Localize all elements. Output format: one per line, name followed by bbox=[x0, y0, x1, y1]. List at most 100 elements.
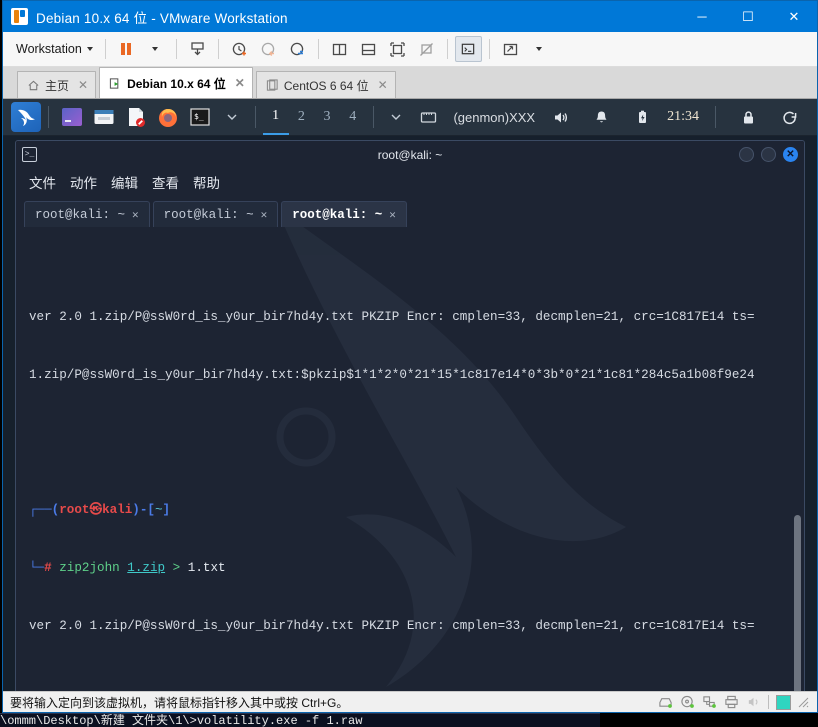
vm-tab-label: CentOS 6 64 位 bbox=[283, 78, 369, 93]
close-icon[interactable]: ✕ bbox=[389, 208, 396, 222]
terminal-icon[interactable]: $_ bbox=[187, 104, 213, 130]
terminal-tab-3[interactable]: root@kali: ~ ✕ bbox=[281, 201, 407, 227]
bell-icon[interactable] bbox=[588, 104, 614, 130]
workspace-button-4[interactable]: 4 bbox=[340, 100, 366, 135]
panel-divider bbox=[715, 106, 716, 128]
terminal-close-button[interactable]: ✕ bbox=[783, 147, 798, 162]
terminal-tab-label: root@kali: ~ bbox=[163, 207, 254, 222]
terminal-minimize-button[interactable] bbox=[739, 147, 754, 162]
close-icon[interactable]: ✕ bbox=[132, 208, 139, 222]
battery-icon[interactable] bbox=[629, 104, 655, 130]
revert-snapshot-button[interactable] bbox=[255, 36, 282, 62]
text-editor-icon[interactable] bbox=[123, 104, 149, 130]
prompt-bracket: ] bbox=[162, 503, 171, 518]
toolbar-divider bbox=[104, 39, 106, 59]
menu-item-actions[interactable]: 动作 bbox=[70, 172, 97, 192]
background-cmd-window: \ommm\Desktop\新建 文件夹\1\>volatility.exe -… bbox=[0, 713, 600, 727]
power-logout-icon[interactable] bbox=[776, 104, 802, 130]
workspace-caret-icon[interactable] bbox=[383, 104, 409, 130]
command-line-zip2john: └─# zip2john 1.zip > 1.txt bbox=[29, 559, 798, 578]
pause-button[interactable] bbox=[113, 36, 140, 62]
terminal-output[interactable]: ver 2.0 1.zip/P@ssW0rd_is_y0ur_bir7hd4y.… bbox=[16, 227, 804, 691]
minimize-button[interactable]: ─ bbox=[679, 1, 725, 32]
output-file: 1.txt bbox=[187, 561, 226, 576]
terminal-tab-label: root@kali: ~ bbox=[292, 207, 383, 222]
close-icon[interactable]: ✕ bbox=[78, 78, 88, 92]
close-icon[interactable]: ✕ bbox=[378, 78, 388, 92]
toolbar-divider bbox=[217, 39, 219, 59]
lock-icon[interactable] bbox=[735, 104, 761, 130]
vm-tab-label: 主页 bbox=[45, 78, 70, 93]
terminal-scrollbar[interactable] bbox=[794, 515, 801, 691]
file-manager-icon[interactable] bbox=[91, 104, 117, 130]
vmware-status-bar: 要将输入定向到该虚拟机，请将鼠标指针移入其中或按 Ctrl+G。 bbox=[3, 691, 817, 712]
window-controls: ─ ☐ ✕ bbox=[679, 1, 817, 32]
usb-icon[interactable] bbox=[776, 694, 791, 710]
workspace-button-3[interactable]: 3 bbox=[314, 100, 340, 135]
status-divider bbox=[768, 695, 769, 709]
launcher-caret-icon[interactable] bbox=[219, 104, 245, 130]
stretch-dropdown-button[interactable] bbox=[526, 36, 553, 62]
vm-guest-screen[interactable]: $_ 1 2 3 4 (genmon)XXX 21:34 >_ root@kal… bbox=[3, 99, 817, 691]
pause-dropdown-button[interactable] bbox=[142, 36, 169, 62]
terminal-emulator-icon[interactable] bbox=[59, 104, 85, 130]
output-line: ver 2.0 1.zip/P@ssW0rd_is_y0ur_bir7hd4y.… bbox=[29, 310, 755, 325]
split-vertical-button[interactable] bbox=[326, 36, 353, 62]
prompt-at-symbol: ㉿ bbox=[89, 503, 103, 518]
send-ctrl-alt-del-button[interactable] bbox=[184, 36, 211, 62]
system-tray: (genmon)XXX 21:34 bbox=[412, 104, 809, 130]
vm-running-icon bbox=[109, 77, 119, 89]
workstation-menu-button[interactable]: Workstation bbox=[9, 38, 98, 60]
console-view-button[interactable] bbox=[454, 36, 482, 62]
unity-mode-button[interactable] bbox=[413, 36, 440, 62]
vm-tab-home[interactable]: 主页 ✕ bbox=[17, 71, 97, 98]
chevron-down-icon bbox=[86, 47, 93, 51]
menu-item-view[interactable]: 查看 bbox=[152, 172, 179, 192]
close-button[interactable]: ✕ bbox=[771, 1, 817, 32]
toolbar-divider bbox=[446, 39, 448, 59]
command-name: zip2john bbox=[59, 561, 120, 576]
terminal-tab-bar: root@kali: ~ ✕ root@kali: ~ ✕ root@kali:… bbox=[16, 195, 804, 227]
firefox-icon[interactable] bbox=[155, 104, 181, 130]
panel-divider bbox=[254, 106, 256, 128]
cd-dvd-icon[interactable] bbox=[680, 695, 695, 709]
clock-label[interactable]: 21:34 bbox=[667, 109, 699, 125]
kali-dragon-logo[interactable] bbox=[11, 102, 41, 132]
fullscreen-button[interactable] bbox=[384, 36, 411, 62]
terminal-maximize-button[interactable] bbox=[761, 147, 776, 162]
close-icon[interactable]: ✕ bbox=[261, 208, 268, 222]
split-horizontal-button[interactable] bbox=[355, 36, 382, 62]
terminal-tab-2[interactable]: root@kali: ~ ✕ bbox=[152, 201, 279, 227]
menu-item-help[interactable]: 帮助 bbox=[193, 172, 220, 192]
vm-tab-debian[interactable]: Debian 10.x 64 位 ✕ bbox=[99, 67, 253, 98]
close-icon[interactable]: ✕ bbox=[235, 76, 245, 90]
prompt-hash: # bbox=[44, 561, 52, 576]
printer-icon[interactable] bbox=[724, 695, 739, 709]
kali-panel: $_ 1 2 3 4 (genmon)XXX 21:34 bbox=[3, 99, 817, 136]
take-snapshot-button[interactable] bbox=[226, 36, 253, 62]
vmware-title-bar: Debian 10.x 64 位 - VMware Workstation ─ … bbox=[3, 1, 817, 32]
stretch-view-button[interactable] bbox=[497, 36, 524, 62]
menu-item-edit[interactable]: 编辑 bbox=[111, 172, 138, 192]
prompt-sep: )-[ bbox=[132, 503, 155, 518]
terminal-tab-1[interactable]: root@kali: ~ ✕ bbox=[24, 201, 150, 227]
snapshot-manager-button[interactable] bbox=[284, 36, 311, 62]
vm-tab-centos[interactable]: CentOS 6 64 位 ✕ bbox=[255, 71, 396, 98]
network-icon[interactable] bbox=[415, 104, 441, 130]
sound-card-icon[interactable] bbox=[746, 695, 761, 709]
volume-icon[interactable] bbox=[547, 104, 573, 130]
resize-grip[interactable] bbox=[798, 697, 809, 708]
prompt-branch-bottom: └─ bbox=[29, 561, 45, 576]
workspace-button-2[interactable]: 2 bbox=[289, 100, 315, 135]
hard-disk-icon[interactable] bbox=[658, 695, 673, 709]
maximize-button[interactable]: ☐ bbox=[725, 1, 771, 32]
toolbar-divider bbox=[317, 39, 319, 59]
redirect-operator: > bbox=[172, 561, 181, 576]
network-adapter-icon[interactable] bbox=[702, 695, 717, 709]
vmware-window: Debian 10.x 64 位 - VMware Workstation ─ … bbox=[2, 0, 818, 713]
home-icon bbox=[28, 80, 39, 90]
menu-item-file[interactable]: 文件 bbox=[29, 172, 56, 192]
workspace-button-1[interactable]: 1 bbox=[262, 100, 289, 135]
